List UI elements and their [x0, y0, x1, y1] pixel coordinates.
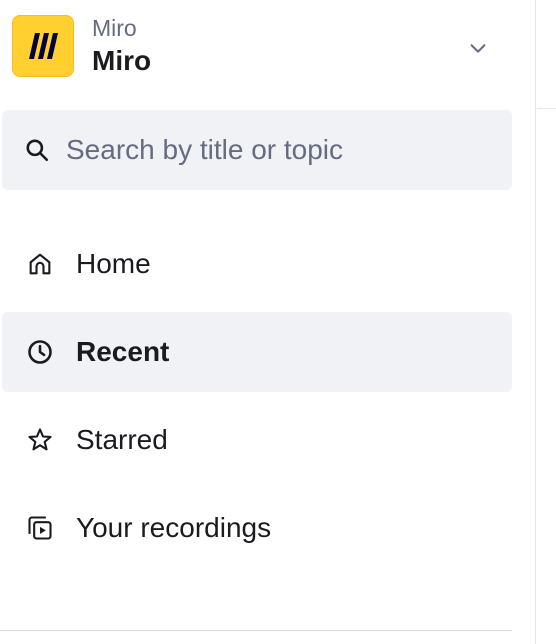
nav-item-home[interactable]: Home — [2, 224, 512, 304]
miro-logo-icon — [12, 15, 74, 77]
search-icon — [24, 137, 50, 163]
nav-label-recordings: Your recordings — [76, 512, 272, 543]
sidebar: Miro Miro Home — [0, 0, 536, 644]
search-box[interactable] — [2, 110, 512, 190]
divider — [0, 630, 512, 631]
workspace-org-label: Miro — [92, 15, 137, 41]
nav-item-starred[interactable]: Starred — [2, 400, 512, 480]
search-input[interactable] — [66, 130, 486, 170]
main-content-edge — [537, 0, 556, 644]
nav-item-recordings[interactable]: Your recordings — [2, 488, 512, 568]
nav-label-starred: Starred — [76, 424, 168, 455]
divider — [537, 108, 556, 109]
workspace-name: Miro — [92, 45, 152, 76]
nav-item-recent[interactable]: Recent — [2, 312, 512, 392]
chevron-down-icon[interactable] — [466, 36, 490, 60]
star-icon — [26, 426, 54, 454]
recordings-icon — [26, 514, 54, 542]
nav-label-recent: Recent — [76, 336, 170, 367]
clock-icon — [26, 338, 54, 366]
workspace-switcher[interactable]: Miro Miro — [12, 14, 502, 78]
nav-list: Home Recent Starred Your recordings — [2, 224, 512, 576]
home-icon — [26, 250, 54, 278]
nav-label-home: Home — [76, 248, 151, 279]
